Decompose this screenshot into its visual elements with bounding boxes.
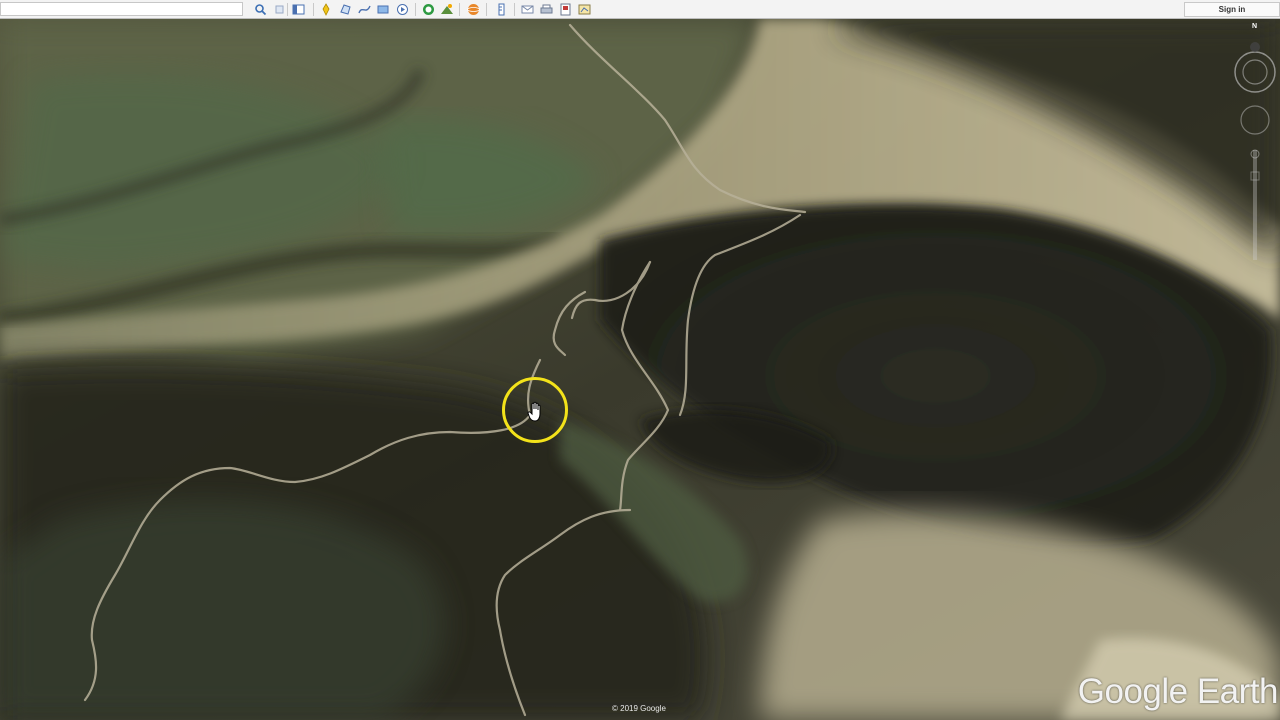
compass-north-label: N [1252,23,1258,30]
navigation-controls[interactable] [1233,42,1277,262]
toolbar-divider [514,3,515,16]
print-icon[interactable] [540,3,553,16]
search-input[interactable] [0,2,243,16]
planets-icon[interactable] [467,3,480,16]
grab-hand-cursor-icon [527,401,545,423]
sidebar-icon[interactable] [292,3,305,16]
copyright-notice: © 2019 Google [612,704,666,713]
ruler-icon[interactable] [495,3,508,16]
sign-in-button[interactable]: Sign in [1184,2,1280,17]
toolbar-divider [459,3,460,16]
historical-imagery-icon[interactable] [422,3,435,16]
toolbar-divider [287,3,288,16]
toolbar-divider [313,3,314,16]
save-image-icon[interactable] [559,3,572,16]
placemark-icon[interactable] [320,3,333,16]
toolbar: Sign in [0,0,1280,19]
tour-icon[interactable] [396,3,409,16]
overlay-icon[interactable] [377,3,390,16]
email-icon[interactable] [521,3,534,16]
path-icon[interactable] [358,3,371,16]
view-in-maps-icon[interactable] [578,3,591,16]
toolbar-divider [486,3,487,16]
toolbar-divider [415,3,416,16]
sunlight-icon[interactable] [441,3,454,16]
satellite-map-view[interactable]: N © 2019 Google Google Earth [0,19,1280,720]
polygon-icon[interactable] [339,3,352,16]
search-icon[interactable] [254,3,267,16]
layers-icon[interactable] [273,3,286,16]
google-earth-logo: Google Earth [1077,672,1279,711]
